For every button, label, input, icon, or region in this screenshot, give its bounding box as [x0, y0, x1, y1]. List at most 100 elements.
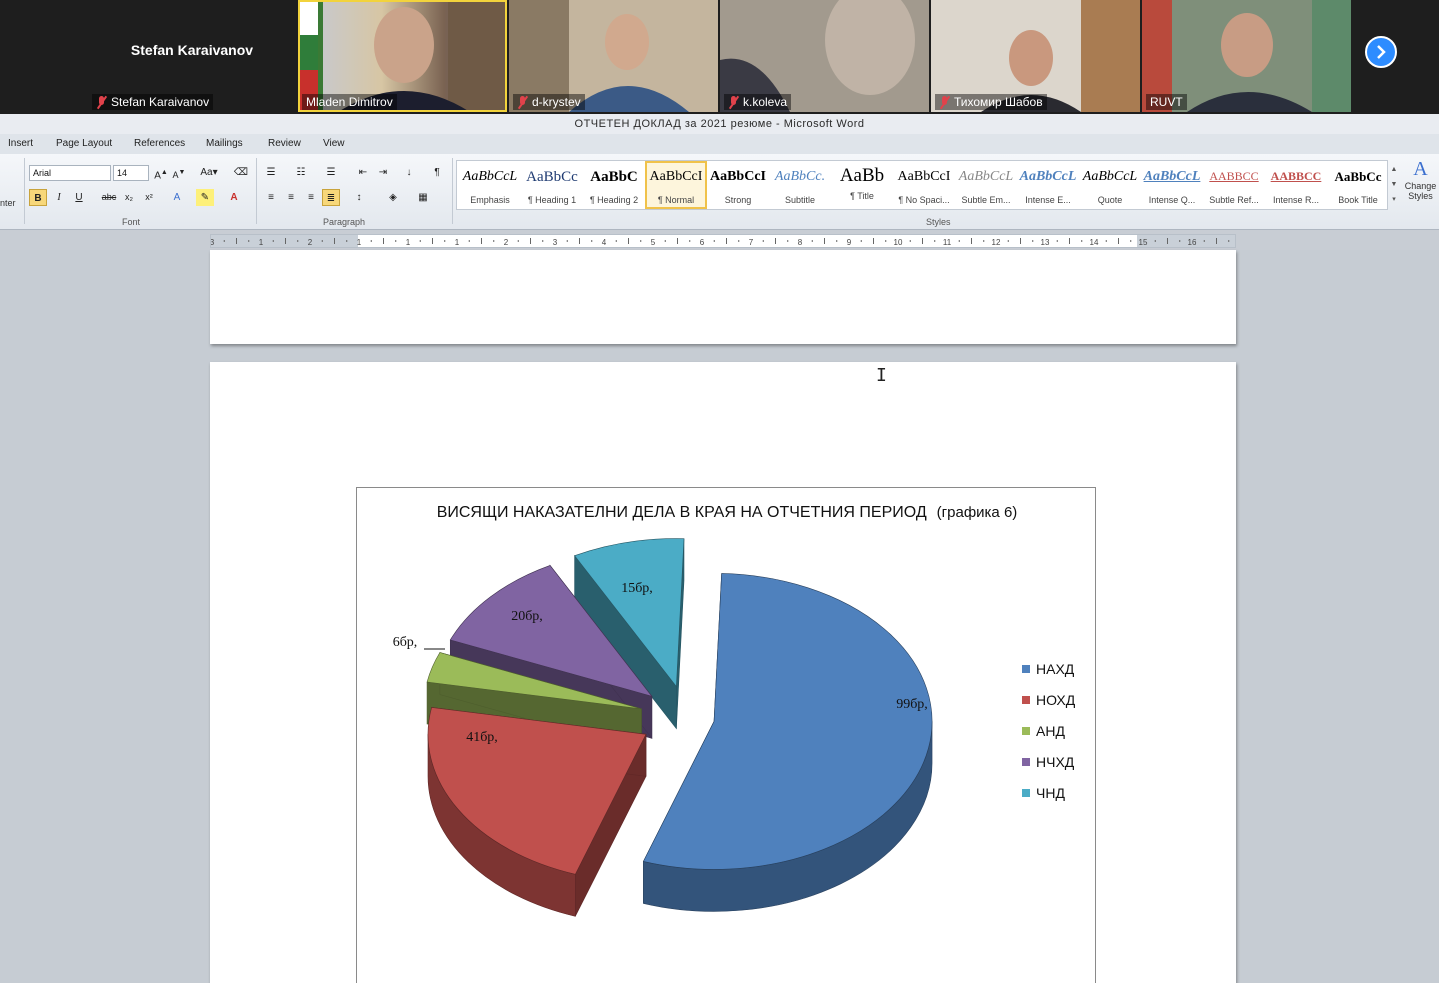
style-intense-emphasis[interactable]: AaBbCcL Intense E... [1017, 161, 1079, 209]
style-no-spacing[interactable]: AaBbCcI ¶ No Spaci... [893, 161, 955, 209]
grow-font-icon[interactable]: A▲ [152, 164, 170, 181]
font-size-combo[interactable]: 14 [113, 165, 149, 181]
document-page-current[interactable]: ВИСЯЩИ НАКАЗАТЕЛНИ ДЕЛА В КРАЯ НА ОТЧЕТН… [210, 362, 1236, 983]
participant-name-label: d-krystev [513, 94, 585, 110]
ribbon-separator [256, 158, 257, 224]
participant-tile-k-koleva[interactable]: k.koleva [720, 0, 929, 112]
style-heading-1[interactable]: AaBbCc ¶ Heading 1 [521, 161, 583, 209]
horizontal-ruler[interactable]: 312111234567891011121314151617 [210, 234, 1237, 248]
pie-slice-нохд [427, 707, 647, 917]
ruler-number: 1 [357, 238, 362, 247]
style-emphasis[interactable]: AaBbCcL Emphasis [459, 161, 521, 209]
style-quote[interactable]: AaBbCcL Quote [1079, 161, 1141, 209]
mic-muted-icon [939, 95, 950, 109]
style-strong[interactable]: AaBbCcI Strong [707, 161, 769, 209]
bold-button[interactable]: B [29, 189, 47, 206]
style-subtle-reference[interactable]: AABBCC Subtle Ref... [1203, 161, 1265, 209]
ribbon-separator [452, 158, 453, 224]
legend-item-нчхд: НЧХД [1022, 746, 1075, 777]
shrink-font-icon[interactable]: A▼ [170, 164, 188, 181]
line-spacing-icon[interactable]: ↕ [350, 189, 368, 206]
font-color-icon[interactable]: A [225, 189, 243, 206]
style-heading-2[interactable]: AaBbC ¶ Heading 2 [583, 161, 645, 209]
ruler-number: 1 [406, 238, 411, 247]
legend-swatch [1022, 726, 1030, 735]
participant-tile-mladen[interactable]: Mladen Dimitrov [298, 0, 507, 112]
ruler-number: 3 [553, 238, 558, 247]
legend-item-нохд: НОХД [1022, 684, 1075, 715]
document-area: ВИСЯЩИ НАКАЗАТЕЛНИ ДЕЛА В КРАЯ НА ОТЧЕТН… [0, 250, 1439, 983]
justify-icon[interactable]: ≣ [322, 189, 340, 206]
tab-review[interactable]: Review [268, 138, 301, 149]
styles-group-label: Styles [926, 217, 951, 227]
legend-label: НОХД [1036, 691, 1076, 708]
underline-button[interactable]: U [70, 189, 88, 206]
chart-object[interactable]: ВИСЯЩИ НАКАЗАТЕЛНИ ДЕЛА В КРАЯ НА ОТЧЕТН… [356, 487, 1096, 983]
participant-name-label: RUVT [1146, 94, 1187, 110]
ruler-number: 3 [211, 238, 215, 247]
align-right-icon[interactable]: ≡ [302, 189, 320, 206]
participant-tile-d-krystev[interactable]: d-krystev [509, 0, 718, 112]
tab-references[interactable]: References [134, 138, 185, 149]
self-video-tile[interactable]: Stefan Karaivanov Stefan Karaivanov [88, 0, 296, 112]
ruler-number: 7 [749, 238, 754, 247]
ruler-number: 6 [700, 238, 705, 247]
subscript-button[interactable]: x₂ [120, 189, 138, 206]
font-name-combo[interactable]: Arial [29, 165, 111, 181]
numbering-icon[interactable]: ☷ [292, 164, 310, 181]
style-subtle-emphasis[interactable]: AaBbCcL Subtle Em... [955, 161, 1017, 209]
align-left-icon[interactable]: ≡ [262, 189, 280, 206]
document-page-previous[interactable] [210, 250, 1236, 344]
show-formatting-icon[interactable]: ¶ [428, 164, 446, 181]
ribbon-separator [24, 158, 25, 224]
participant-name-label: k.koleva [724, 94, 792, 110]
mic-muted-icon [96, 95, 107, 109]
ruler-number: 2 [504, 238, 509, 247]
decrease-indent-icon[interactable]: ⇤ [354, 164, 372, 181]
tab-mailings[interactable]: Mailings [206, 138, 243, 149]
participant-tile-ruvt[interactable]: RUVT [1142, 0, 1351, 112]
tab-view[interactable]: View [323, 138, 345, 149]
change-styles-button[interactable]: A Change Styles [1402, 158, 1439, 201]
style-book-title[interactable]: AaBbCc Book Title [1327, 161, 1389, 209]
text-effects-icon[interactable]: A [168, 189, 186, 206]
clear-formatting-icon[interactable]: ⌫ [232, 164, 250, 181]
ruler-number: 8 [798, 238, 803, 247]
style-intense-reference[interactable]: AABBCC Intense R... [1265, 161, 1327, 209]
ruler-number: 10 [894, 238, 903, 247]
change-styles-icon: A [1413, 158, 1428, 180]
participant-name-label: Mladen Dimitrov [302, 94, 397, 110]
style-title[interactable]: AaBb ¶ Title [831, 161, 893, 209]
chart-legend: НАХД НОХД АНД НЧХД ЧНД [1022, 653, 1075, 808]
self-display-name: Stefan Karaivanov [130, 42, 254, 58]
ruler-number: 9 [847, 238, 852, 247]
ruler-number: 12 [992, 238, 1001, 247]
clipboard-label-fragment: nter [0, 198, 16, 208]
change-case-icon[interactable]: Aa▾ [198, 164, 220, 181]
highlight-icon[interactable]: ✎ [196, 189, 214, 206]
legend-label: НАХД [1036, 660, 1075, 677]
font-group-label: Font [122, 217, 141, 227]
sort-icon[interactable]: ↓ [400, 164, 418, 181]
tab-page-layout[interactable]: Page Layout [56, 138, 112, 149]
superscript-button[interactable]: x² [140, 189, 158, 206]
bullets-icon[interactable]: ☰ [262, 164, 280, 181]
borders-icon[interactable]: ▦ [414, 189, 432, 206]
tab-insert[interactable]: Insert [8, 138, 33, 149]
italic-button[interactable]: I [50, 189, 68, 206]
styles-scroll-arrows[interactable]: ▲ ▼ ▾ [1389, 162, 1399, 208]
strikethrough-button[interactable]: abc [100, 189, 118, 206]
chevron-right-icon [1377, 45, 1386, 59]
align-center-icon[interactable]: ≡ [282, 189, 300, 206]
shading-icon[interactable]: ◈ [384, 189, 402, 206]
next-participants-button[interactable] [1365, 36, 1397, 68]
style-intense-quote[interactable]: AaBbCcL Intense Q... [1141, 161, 1203, 209]
pie-chart-svg: 99бр, 41бр, 6бр, 20бр, 15бр, [393, 538, 933, 917]
participant-tile-tihomir[interactable]: Тихомир Шабов [931, 0, 1140, 112]
ribbon-tabs: Insert Page Layout References Mailings R… [0, 134, 1439, 154]
multilevel-list-icon[interactable]: ☰ [322, 164, 340, 181]
style-subtitle[interactable]: AaBbCc. Subtitle [769, 161, 831, 209]
mic-muted-icon [728, 95, 739, 109]
style-normal[interactable]: AaBbCcI ¶ Normal [645, 161, 707, 209]
increase-indent-icon[interactable]: ⇥ [374, 164, 392, 181]
